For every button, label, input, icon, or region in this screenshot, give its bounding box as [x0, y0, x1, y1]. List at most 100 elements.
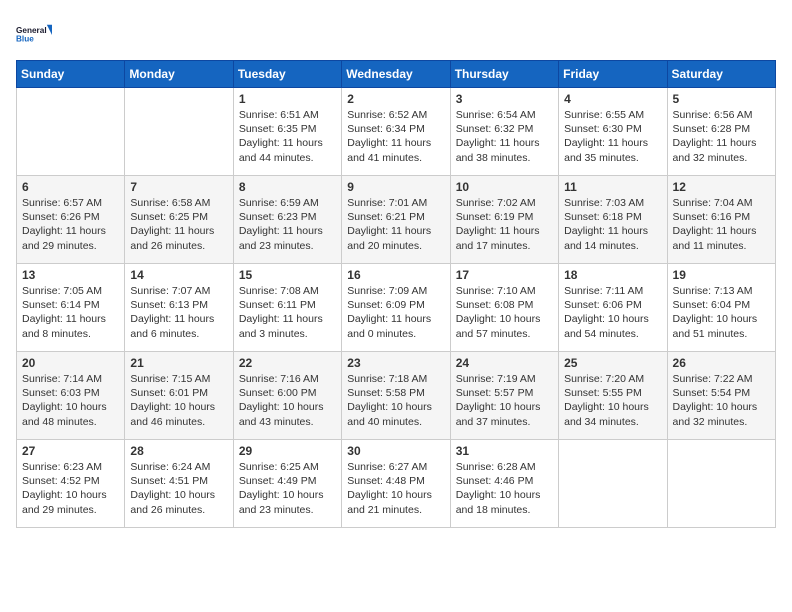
cell-content: Sunrise: 6:25 AMSunset: 4:49 PMDaylight:…	[239, 460, 336, 517]
calendar-cell: 7Sunrise: 6:58 AMSunset: 6:25 PMDaylight…	[125, 176, 233, 264]
day-number: 9	[347, 180, 444, 194]
calendar-cell: 15 Sunrise: 7:08 AMSunset: 6:11 PMDayligh…	[233, 264, 341, 352]
cell-content: Sunrise: 6:57 AMSunset: 6:26 PMDaylight:…	[22, 196, 119, 253]
calendar-cell	[125, 88, 233, 176]
calendar-cell: 2Sunrise: 6:52 AMSunset: 6:34 PMDaylight…	[342, 88, 450, 176]
day-number: 18	[564, 268, 661, 282]
cell-content: Sunrise: 6:28 AMSunset: 4:46 PMDaylight:…	[456, 460, 553, 517]
page-header: GeneralBlue	[16, 16, 776, 52]
cell-content: Sunrise: 7:02 AMSunset: 6:19 PMDaylight:…	[456, 196, 553, 253]
day-number: 25	[564, 356, 661, 370]
day-number: 10	[456, 180, 553, 194]
day-number: 20	[22, 356, 119, 370]
calendar-week-1: 1 Sunrise: 6:51 AMSunset: 6:35 PMDaylight…	[17, 88, 776, 176]
cell-content: Sunrise: 7:01 AMSunset: 6:21 PMDaylight:…	[347, 196, 444, 253]
cell-content: Sunrise: 7:09 AMSunset: 6:09 PMDaylight:…	[347, 284, 444, 341]
cell-content: Sunrise: 6:27 AMSunset: 4:48 PMDaylight:…	[347, 460, 444, 517]
cell-content: Sunrise: 7:15 AMSunset: 6:01 PMDaylight:…	[130, 372, 227, 429]
day-header-sunday: Sunday	[17, 61, 125, 88]
cell-content: Sunrise: 7:04 AMSunset: 6:16 PMDaylight:…	[673, 196, 770, 253]
calendar-cell: 6 Sunrise: 6:57 AMSunset: 6:26 PMDaylight…	[17, 176, 125, 264]
day-number: 5	[673, 92, 770, 106]
calendar-cell: 5 Sunrise: 6:56 AMSunset: 6:28 PMDaylight…	[667, 88, 775, 176]
cell-content: Sunrise: 7:22 AMSunset: 5:54 PMDaylight:…	[673, 372, 770, 429]
calendar-week-2: 6 Sunrise: 6:57 AMSunset: 6:26 PMDaylight…	[17, 176, 776, 264]
calendar-cell: 27 Sunrise: 6:23 AMSunset: 4:52 PMDayligh…	[17, 440, 125, 528]
day-header-saturday: Saturday	[667, 61, 775, 88]
cell-content: Sunrise: 6:23 AMSunset: 4:52 PMDaylight:…	[22, 460, 119, 517]
calendar-cell: 31Sunrise: 6:28 AMSunset: 4:46 PMDayligh…	[450, 440, 558, 528]
day-header-monday: Monday	[125, 61, 233, 88]
calendar-cell	[17, 88, 125, 176]
day-number: 17	[456, 268, 553, 282]
cell-content: Sunrise: 6:54 AMSunset: 6:32 PMDaylight:…	[456, 108, 553, 165]
header-row: SundayMondayTuesdayWednesdayThursdayFrid…	[17, 61, 776, 88]
cell-content: Sunrise: 7:13 AMSunset: 6:04 PMDaylight:…	[673, 284, 770, 341]
calendar-cell: 17 Sunrise: 7:10 AMSunset: 6:08 PMDayligh…	[450, 264, 558, 352]
calendar-cell: 1 Sunrise: 6:51 AMSunset: 6:35 PMDaylight…	[233, 88, 341, 176]
calendar-week-3: 13 Sunrise: 7:05 AMSunset: 6:14 PMDayligh…	[17, 264, 776, 352]
calendar-cell: 30 Sunrise: 6:27 AMSunset: 4:48 PMDayligh…	[342, 440, 450, 528]
calendar-cell: 12Sunrise: 7:04 AMSunset: 6:16 PMDayligh…	[667, 176, 775, 264]
cell-content: Sunrise: 7:18 AMSunset: 5:58 PMDaylight:…	[347, 372, 444, 429]
calendar-cell: 16 Sunrise: 7:09 AMSunset: 6:09 PMDayligh…	[342, 264, 450, 352]
calendar-cell: 4 Sunrise: 6:55 AMSunset: 6:30 PMDaylight…	[559, 88, 667, 176]
calendar-cell	[667, 440, 775, 528]
day-number: 27	[22, 444, 119, 458]
day-header-wednesday: Wednesday	[342, 61, 450, 88]
calendar-cell: 24 Sunrise: 7:19 AMSunset: 5:57 PMDayligh…	[450, 352, 558, 440]
cell-content: Sunrise: 6:56 AMSunset: 6:28 PMDaylight:…	[673, 108, 770, 165]
day-number: 4	[564, 92, 661, 106]
cell-content: Sunrise: 7:07 AMSunset: 6:13 PMDaylight:…	[130, 284, 227, 341]
calendar-cell: 11 Sunrise: 7:03 AMSunset: 6:18 PMDayligh…	[559, 176, 667, 264]
day-number: 16	[347, 268, 444, 282]
calendar-cell: 20 Sunrise: 7:14 AMSunset: 6:03 PMDayligh…	[17, 352, 125, 440]
calendar-cell: 28Sunrise: 6:24 AMSunset: 4:51 PMDayligh…	[125, 440, 233, 528]
cell-content: Sunrise: 6:55 AMSunset: 6:30 PMDaylight:…	[564, 108, 661, 165]
day-number: 3	[456, 92, 553, 106]
day-number: 8	[239, 180, 336, 194]
calendar-cell: 25Sunrise: 7:20 AMSunset: 5:55 PMDayligh…	[559, 352, 667, 440]
calendar-cell: 26 Sunrise: 7:22 AMSunset: 5:54 PMDayligh…	[667, 352, 775, 440]
cell-content: Sunrise: 7:08 AMSunset: 6:11 PMDaylight:…	[239, 284, 336, 341]
day-number: 1	[239, 92, 336, 106]
calendar-cell: 19 Sunrise: 7:13 AMSunset: 6:04 PMDayligh…	[667, 264, 775, 352]
calendar-header: SundayMondayTuesdayWednesdayThursdayFrid…	[17, 61, 776, 88]
logo-icon: GeneralBlue	[16, 16, 52, 52]
day-header-tuesday: Tuesday	[233, 61, 341, 88]
calendar-cell: 14 Sunrise: 7:07 AMSunset: 6:13 PMDayligh…	[125, 264, 233, 352]
calendar-cell: 10 Sunrise: 7:02 AMSunset: 6:19 PMDayligh…	[450, 176, 558, 264]
calendar-week-4: 20 Sunrise: 7:14 AMSunset: 6:03 PMDayligh…	[17, 352, 776, 440]
svg-text:Blue: Blue	[16, 35, 34, 44]
day-number: 15	[239, 268, 336, 282]
calendar-week-5: 27 Sunrise: 6:23 AMSunset: 4:52 PMDayligh…	[17, 440, 776, 528]
day-header-thursday: Thursday	[450, 61, 558, 88]
day-number: 19	[673, 268, 770, 282]
day-number: 13	[22, 268, 119, 282]
cell-content: Sunrise: 7:05 AMSunset: 6:14 PMDaylight:…	[22, 284, 119, 341]
day-number: 11	[564, 180, 661, 194]
svg-text:General: General	[16, 26, 47, 35]
cell-content: Sunrise: 7:10 AMSunset: 6:08 PMDaylight:…	[456, 284, 553, 341]
calendar-cell: 8 Sunrise: 6:59 AMSunset: 6:23 PMDaylight…	[233, 176, 341, 264]
cell-content: Sunrise: 6:51 AMSunset: 6:35 PMDaylight:…	[239, 108, 336, 165]
cell-content: Sunrise: 7:16 AMSunset: 6:00 PMDaylight:…	[239, 372, 336, 429]
calendar-cell: 23 Sunrise: 7:18 AMSunset: 5:58 PMDayligh…	[342, 352, 450, 440]
logo: GeneralBlue	[16, 16, 52, 52]
day-number: 6	[22, 180, 119, 194]
cell-content: Sunrise: 6:24 AMSunset: 4:51 PMDaylight:…	[130, 460, 227, 517]
cell-content: Sunrise: 7:11 AMSunset: 6:06 PMDaylight:…	[564, 284, 661, 341]
day-number: 26	[673, 356, 770, 370]
cell-content: Sunrise: 7:14 AMSunset: 6:03 PMDaylight:…	[22, 372, 119, 429]
day-number: 24	[456, 356, 553, 370]
calendar-cell: 21Sunrise: 7:15 AMSunset: 6:01 PMDayligh…	[125, 352, 233, 440]
day-number: 23	[347, 356, 444, 370]
cell-content: Sunrise: 6:59 AMSunset: 6:23 PMDaylight:…	[239, 196, 336, 253]
calendar-cell	[559, 440, 667, 528]
cell-content: Sunrise: 7:03 AMSunset: 6:18 PMDaylight:…	[564, 196, 661, 253]
day-number: 30	[347, 444, 444, 458]
cell-content: Sunrise: 7:19 AMSunset: 5:57 PMDaylight:…	[456, 372, 553, 429]
day-number: 7	[130, 180, 227, 194]
calendar-table: SundayMondayTuesdayWednesdayThursdayFrid…	[16, 60, 776, 528]
day-number: 14	[130, 268, 227, 282]
